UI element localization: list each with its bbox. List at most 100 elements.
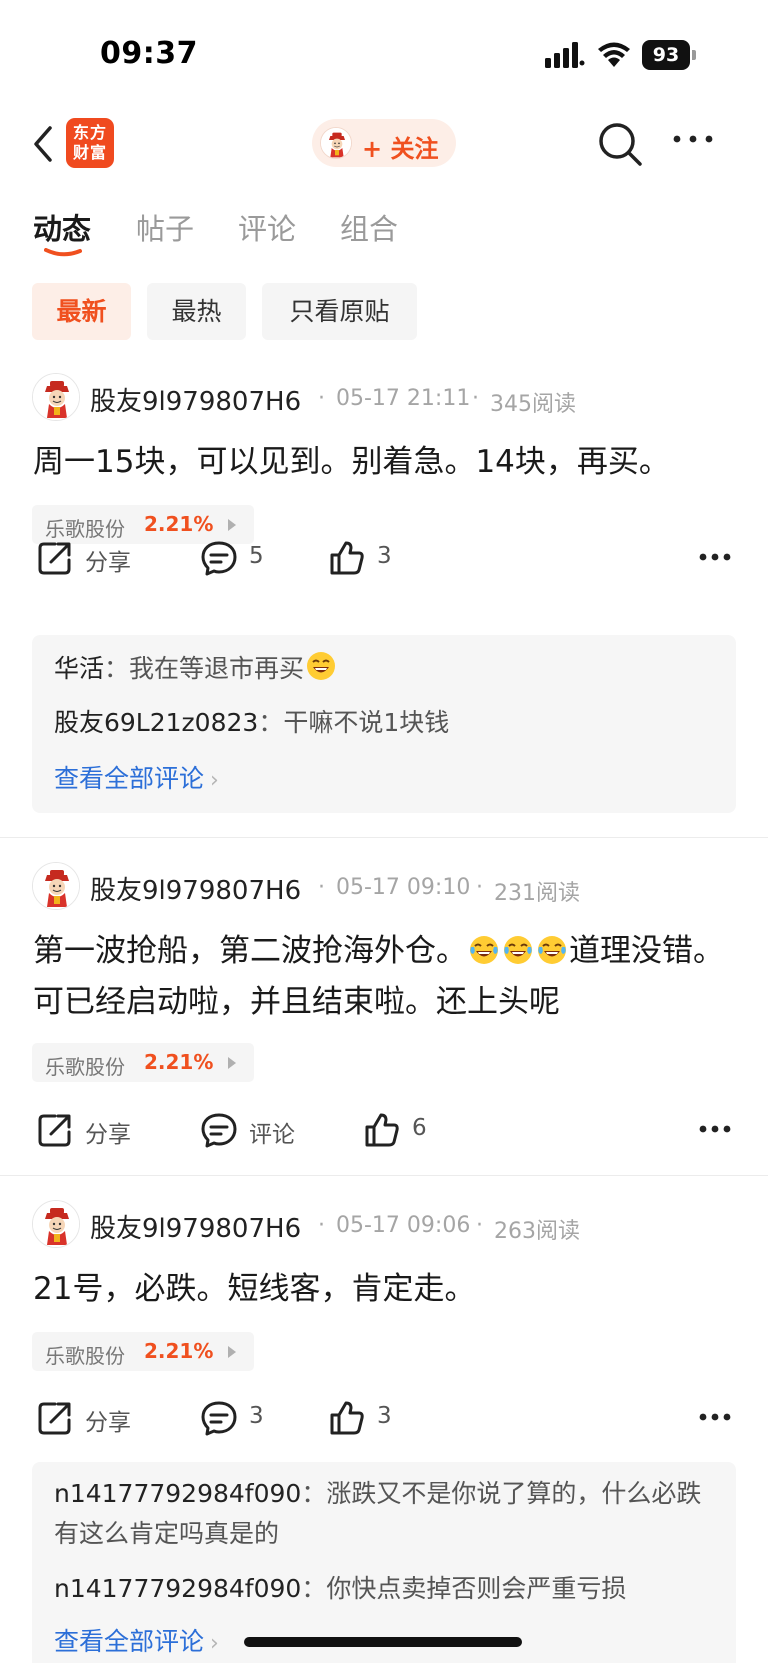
user-avatar[interactable] [32, 373, 80, 421]
chevron-right-icon: › [210, 1631, 219, 1656]
meta-dot: · [318, 1213, 325, 1238]
like-icon [327, 1398, 367, 1438]
post-text[interactable]: 21号，必跌。短线客，肯定走。 [33, 1264, 738, 1315]
eastmoney-logo[interactable]: 东方 财富 [66, 118, 114, 168]
share-button[interactable]: 分享 [35, 533, 145, 583]
comment-text: 你快点卖掉否则会严重亏损 [326, 1574, 627, 1603]
post-actions: 分享 评论 6 [0, 1105, 768, 1155]
search-icon[interactable] [596, 120, 644, 168]
filter-hottest[interactable]: 最热 [147, 283, 246, 340]
like-icon [362, 1110, 402, 1150]
post-more-icon[interactable] [698, 552, 732, 562]
post-more-icon[interactable] [698, 1124, 732, 1134]
meta-dot: · [318, 875, 325, 900]
comments-preview[interactable]: 华活：我在等退市再买 股友69L21z0823：干嘛不说1块钱 查看全部评论 › [32, 635, 736, 813]
tab-posts[interactable]: 帖子 [136, 206, 194, 248]
post-item[interactable]: 股友9l979807H6 · 05-17 09:06 · 263阅读 21号，必… [0, 1200, 768, 1440]
like-count: 3 [377, 1403, 392, 1429]
cry-laugh-emoji-icon [536, 934, 568, 966]
post-header: 股友9l979807H6 · 05-17 21:11 · 345阅读 [32, 373, 752, 423]
like-button[interactable]: 3 [327, 1393, 407, 1443]
share-label: 分享 [85, 1410, 131, 1436]
stock-tag[interactable]: 乐歌股份 2.21% [32, 1043, 254, 1082]
stock-tag[interactable]: 乐歌股份 2.21% [32, 1332, 254, 1371]
like-icon [327, 538, 367, 578]
post-time: 05-17 09:10 [336, 875, 471, 900]
comment-label: 评论 [249, 1122, 295, 1148]
more-options-icon[interactable] [672, 132, 714, 146]
comment-item[interactable]: 华活：我在等退市再买 [54, 649, 719, 689]
stock-name: 乐歌股份 [45, 1344, 125, 1368]
follow-button[interactable]: + 关注 [312, 119, 456, 167]
post-reads: 231阅读 [494, 881, 580, 906]
share-button[interactable]: 分享 [35, 1105, 145, 1155]
post-text[interactable]: 周一15块，可以见到。别着急。14块，再买。 [33, 437, 738, 488]
post-username[interactable]: 股友9l979807H6 [90, 381, 301, 418]
like-button[interactable]: 3 [327, 533, 407, 583]
comment-item[interactable]: n14177792984f090：涨跌又不是你说了算的，什么必跌有这么肯定吗真是… [54, 1474, 719, 1554]
tab-dynamics[interactable]: 动态 [33, 206, 91, 248]
share-label: 分享 [85, 550, 131, 576]
comment-text: 我在等退市再买 [129, 654, 305, 683]
post-time: 05-17 09:06 [336, 1213, 471, 1238]
post-more-icon[interactable] [698, 1412, 732, 1422]
comment-colon: ： [301, 1574, 327, 1603]
view-all-label: 查看全部评论 [54, 764, 205, 793]
comment-author[interactable]: 华活 [54, 654, 104, 683]
back-arrow-icon[interactable] [28, 122, 58, 166]
comment-author[interactable]: 股友69L21z0823 [54, 708, 258, 737]
comment-author[interactable]: n14177792984f090 [54, 1574, 301, 1603]
filter-latest[interactable]: 最新 [32, 283, 131, 340]
follow-avatar-icon [320, 127, 352, 159]
follow-label: + 关注 [362, 135, 439, 163]
tab-comments[interactable]: 评论 [238, 206, 296, 248]
tab-portfolio[interactable]: 组合 [340, 206, 398, 248]
post-item[interactable]: 股友9l979807H6 · 05-17 09:10 · 231阅读 第一波抢船… [0, 862, 768, 1162]
like-count: 3 [377, 543, 392, 569]
share-icon [35, 1398, 75, 1438]
stock-change: 2.21% [144, 1050, 214, 1074]
stock-change: 2.21% [144, 1339, 214, 1363]
view-all-comments-link[interactable]: 查看全部评论 › [54, 1622, 219, 1658]
post-header: 股友9l979807H6 · 05-17 09:06 · 263阅读 [32, 1200, 752, 1250]
signal-icon [545, 42, 585, 68]
user-avatar[interactable] [32, 1200, 80, 1248]
battery-level: 93 [642, 40, 690, 70]
user-avatar[interactable] [32, 862, 80, 910]
view-all-label: 查看全部评论 [54, 1627, 205, 1656]
like-count: 6 [412, 1115, 427, 1141]
comment-button[interactable]: 5 [199, 533, 279, 583]
post-divider [0, 837, 768, 838]
logo-text-line2: 财富 [72, 143, 107, 162]
comment-icon [199, 1398, 239, 1438]
post-username[interactable]: 股友9l979807H6 [90, 1208, 301, 1245]
comment-author[interactable]: n14177792984f090 [54, 1479, 301, 1508]
comment-item[interactable]: n14177792984f090：你快点卖掉否则会严重亏损 [54, 1569, 719, 1609]
comments-preview[interactable]: n14177792984f090：涨跌又不是你说了算的，什么必跌有这么肯定吗真是… [32, 1462, 736, 1663]
stock-profile-page: 09:37 93 东方 财富 + 关注 动态 帖子 评论 组合 最新 最热 只看… [0, 0, 768, 1663]
status-time: 09:37 [100, 36, 198, 71]
share-button[interactable]: 分享 [35, 1393, 145, 1443]
tab-bar: 动态 帖子 评论 组合 [0, 200, 768, 260]
comment-colon: ： [301, 1479, 327, 1508]
filter-original-only[interactable]: 只看原贴 [262, 283, 417, 340]
comment-item[interactable]: 股友69L21z0823：干嘛不说1块钱 [54, 703, 719, 743]
battery-indicator: 93 [642, 40, 696, 70]
post-text[interactable]: 第一波抢船，第二波抢海外仓。 道理没错。可已经启动啦，并且结束啦。还上头呢 [33, 926, 738, 1028]
view-all-comments-link[interactable]: 查看全部评论 › [54, 759, 219, 795]
comment-count: 3 [249, 1403, 264, 1429]
stock-arrow-icon [228, 1346, 236, 1358]
post-actions: 分享 3 3 [0, 1393, 768, 1443]
like-button[interactable]: 6 [362, 1105, 442, 1155]
post-reads: 345阅读 [490, 392, 576, 417]
status-bar: 09:37 93 [0, 0, 768, 110]
active-tab-indicator [44, 248, 82, 257]
cry-laugh-emoji-icon [468, 934, 500, 966]
chevron-right-icon: › [210, 768, 219, 793]
share-icon [35, 538, 75, 578]
filter-chips: 最新 最热 只看原贴 [0, 283, 768, 341]
post-username[interactable]: 股友9l979807H6 [90, 870, 301, 907]
comment-button[interactable]: 3 [199, 1393, 279, 1443]
comment-button[interactable]: 评论 [199, 1105, 309, 1155]
meta-dot: · [472, 386, 479, 411]
